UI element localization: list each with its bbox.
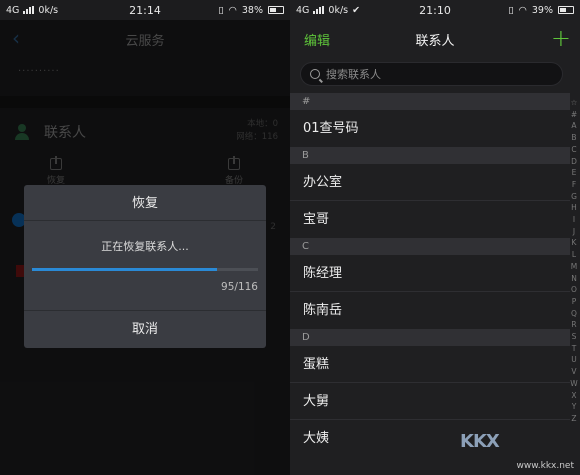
nav-bar: 编辑 联系人 + [290, 20, 580, 58]
edit-button[interactable]: 编辑 [304, 30, 330, 49]
index-letter[interactable]: X [568, 390, 580, 402]
contact-list: #01查号码 B 办公室 宝哥 C 陈经理 陈南岳 D 蛋糕 大舅 大姨 [290, 93, 570, 457]
index-letter[interactable]: G [568, 191, 580, 203]
index-letter[interactable]: # [568, 109, 580, 121]
search-icon [310, 69, 320, 79]
search-input[interactable]: 搜索联系人 [300, 62, 563, 86]
battery-percent: 39% [531, 4, 553, 16]
network-speed: 0k/s [328, 4, 349, 16]
contact-row[interactable]: 蛋糕 [290, 346, 570, 383]
contact-row[interactable]: 大舅 [290, 383, 570, 420]
wifi-icon: ◠ [518, 4, 527, 16]
index-letter[interactable]: P [568, 296, 580, 308]
section-header: D [290, 329, 570, 346]
vibrate-icon: ▯ [218, 4, 224, 16]
page-title: 联系人 [415, 33, 455, 49]
index-letter[interactable]: J [568, 226, 580, 238]
index-letter[interactable]: C [568, 144, 580, 156]
index-letter[interactable]: Q [568, 308, 580, 320]
index-letter[interactable]: Y [568, 401, 580, 413]
battery-icon [268, 6, 284, 14]
index-letter[interactable]: M [568, 261, 580, 273]
index-letter[interactable]: B [568, 132, 580, 144]
signal-icon [313, 6, 325, 14]
index-letter[interactable]: I [568, 214, 580, 226]
cancel-button[interactable]: 取消 [24, 310, 266, 348]
index-letter[interactable]: D [568, 156, 580, 168]
network-type: 4G [296, 4, 310, 16]
clock: 21:10 [419, 3, 451, 17]
section-header: B [290, 147, 570, 164]
section-header: C [290, 238, 570, 255]
index-letter[interactable]: S [568, 331, 580, 343]
index-letter[interactable]: ☆ [568, 97, 580, 109]
contact-row[interactable]: 01查号码 [290, 110, 570, 147]
index-letter[interactable]: H [568, 202, 580, 214]
progress-fill [32, 268, 218, 271]
watermark-url: www.kkx.net [516, 461, 575, 471]
right-screen: 4G 0k/s ✔ 21:10 ▯ ◠ 39% 编辑 联系人 + 搜索联系人 #… [290, 0, 580, 475]
contact-row[interactable]: 办公室 [290, 164, 570, 201]
index-letter[interactable]: V [568, 366, 580, 378]
network-speed: 0k/s [38, 4, 59, 16]
check-icon: ✔ [352, 4, 361, 16]
progress-count: 95/116 [221, 281, 258, 293]
index-letter[interactable]: O [568, 284, 580, 296]
index-letter[interactable]: E [568, 167, 580, 179]
index-letter[interactable]: W [568, 378, 580, 390]
watermark-logo: KKX [460, 431, 500, 452]
index-letter[interactable]: R [568, 319, 580, 331]
status-bar: 4G 0k/s ✔ 21:10 ▯ ◠ 39% [290, 0, 580, 20]
index-letter[interactable]: L [568, 249, 580, 261]
alphabet-index[interactable]: ☆ # A B C D E F G H I J K L M N O P Q R S T U V W X Y Z [568, 97, 580, 425]
status-bar: 4G 0k/s 21:14 ▯ ◠ 38% [0, 0, 290, 20]
wifi-icon: ◠ [228, 4, 237, 16]
progress-bar [32, 268, 258, 271]
contact-row[interactable]: 陈经理 [290, 255, 570, 292]
index-letter[interactable]: K [568, 237, 580, 249]
section-header: # [290, 93, 570, 110]
index-letter[interactable]: N [568, 273, 580, 285]
signal-icon [23, 6, 35, 14]
battery-icon [558, 6, 574, 14]
network-type: 4G [6, 4, 20, 16]
watermark: KKX www.kkx.net [456, 431, 576, 471]
clock: 21:14 [129, 3, 161, 17]
dialog-title: 恢复 [24, 185, 266, 221]
add-contact-icon[interactable]: + [551, 24, 571, 52]
dialog-message: 正在恢复联系人... [101, 240, 189, 253]
contact-row[interactable]: 陈南岳 [290, 292, 570, 329]
left-screen: 4G 0k/s 21:14 ▯ ◠ 38% ‹ 云服务 ·········· 联… [0, 0, 290, 475]
index-letter[interactable]: U [568, 354, 580, 366]
restore-dialog: 恢复 正在恢复联系人... 95/116 取消 [24, 185, 266, 348]
contact-row[interactable]: 宝哥 [290, 201, 570, 238]
vibrate-icon: ▯ [508, 4, 514, 16]
index-letter[interactable]: F [568, 179, 580, 191]
index-letter[interactable]: A [568, 120, 580, 132]
index-letter[interactable]: T [568, 343, 580, 355]
index-letter[interactable]: Z [568, 413, 580, 425]
battery-percent: 38% [241, 4, 263, 16]
search-placeholder: 搜索联系人 [326, 68, 381, 81]
